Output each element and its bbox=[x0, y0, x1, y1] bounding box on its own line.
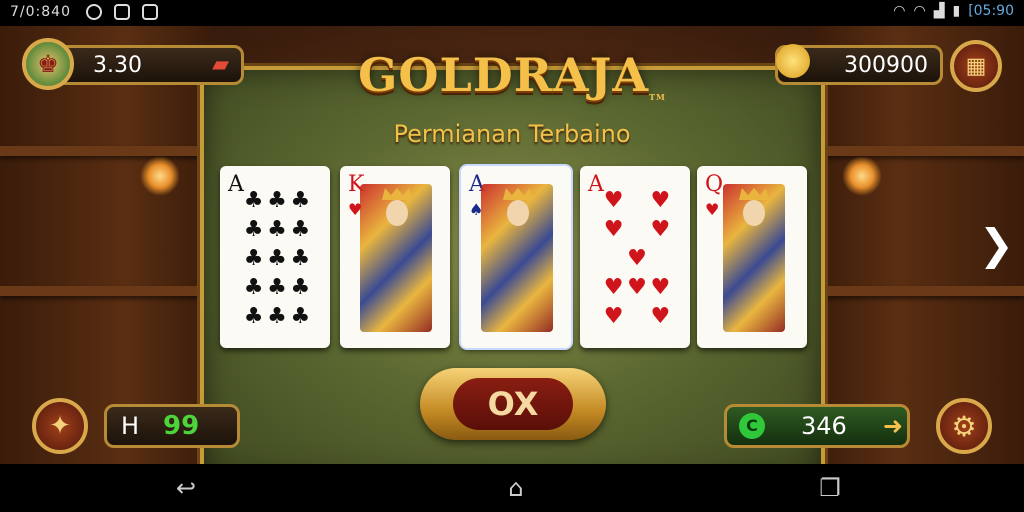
pip: ♥ bbox=[650, 303, 671, 329]
pip: ♥ bbox=[627, 274, 647, 300]
figure-face bbox=[507, 200, 529, 226]
pip: ♣ bbox=[243, 187, 264, 213]
arrow-right-icon[interactable]: ➜ bbox=[883, 412, 903, 440]
card-suit: ♠ bbox=[469, 200, 484, 219]
card-pips: ♣ ♣ ♣ ♣ ♣ ♣ ♣ ♣ ♣ ♣ ♣ ♣ ♣ ♣ ♣ bbox=[242, 186, 312, 331]
pip: ♥ bbox=[650, 274, 671, 300]
pip: ♥ bbox=[650, 216, 671, 242]
crown-icon bbox=[382, 188, 412, 200]
player-score: 3.30 bbox=[93, 52, 142, 78]
pip: ♣ bbox=[267, 216, 287, 242]
title-trademark: TM bbox=[649, 92, 666, 102]
pip bbox=[625, 189, 648, 213]
pip bbox=[649, 247, 672, 271]
credits-panel: C 346 ➜ bbox=[724, 404, 910, 448]
pip: ♥ bbox=[603, 187, 624, 213]
cards-icon[interactable]: ▰ bbox=[212, 52, 229, 77]
pip: ♣ bbox=[290, 216, 311, 242]
pip: ♣ bbox=[290, 303, 311, 329]
pip: ♥ bbox=[627, 245, 647, 271]
credits-value: 346 bbox=[801, 412, 847, 440]
grid-menu-icon[interactable]: ▦ bbox=[950, 40, 1002, 92]
compass-icon[interactable]: ✦ bbox=[32, 398, 88, 454]
pip: ♣ bbox=[267, 245, 287, 271]
pip: ♣ bbox=[290, 245, 311, 271]
crown-icon bbox=[503, 188, 533, 200]
back-icon[interactable]: ↩ bbox=[166, 474, 206, 502]
shelf bbox=[814, 286, 1024, 296]
wifi-icon: ◠ bbox=[893, 3, 906, 19]
status-bar: 7/0:840 ◠ ◠ ▟ ▮ [05:90 bbox=[0, 0, 1024, 26]
playing-card[interactable]: A ♠ bbox=[461, 166, 571, 348]
nav-bar: ↩ ⌂ ❐ bbox=[0, 464, 1024, 512]
battery-icon: ▮ bbox=[952, 3, 961, 19]
chips-value: 99 bbox=[163, 411, 200, 441]
queen-figure bbox=[723, 184, 785, 332]
pip: ♣ bbox=[243, 274, 264, 300]
figure-face bbox=[743, 200, 765, 226]
gear-icon[interactable]: ⚙ bbox=[936, 398, 992, 454]
pip: ♣ bbox=[267, 303, 287, 329]
ok-button[interactable]: OX bbox=[420, 368, 606, 440]
recents-icon[interactable]: ❐ bbox=[810, 474, 850, 502]
chevron-right-icon[interactable]: ❯ bbox=[979, 220, 1014, 269]
playing-card[interactable]: K ♥ bbox=[340, 166, 450, 348]
chips-label: H bbox=[121, 412, 140, 440]
battery-time: [05:90 bbox=[968, 3, 1014, 19]
game-title: GOLDRAJA bbox=[358, 48, 650, 102]
playing-card[interactable]: Q ♥ bbox=[697, 166, 807, 348]
chips-panel: H 99 bbox=[104, 404, 240, 448]
pip: ♣ bbox=[243, 245, 264, 271]
card-rank: Q bbox=[705, 172, 724, 197]
card-suit: ♥ bbox=[348, 200, 363, 219]
playing-card[interactable]: A ♣ ♣ ♣ ♣ ♣ ♣ ♣ ♣ ♣ ♣ ♣ ♣ ♣ ♣ ♣ bbox=[220, 166, 330, 348]
jack-figure bbox=[481, 184, 553, 332]
tagline: Permianan Terbaino bbox=[393, 120, 631, 148]
pip: ♣ bbox=[267, 274, 287, 300]
pip: ♥ bbox=[603, 274, 624, 300]
wifi-icon-2: ◠ bbox=[913, 3, 926, 19]
king-figure bbox=[360, 184, 432, 332]
pip bbox=[625, 218, 648, 242]
pip: ♣ bbox=[290, 187, 311, 213]
ok-button-label: OX bbox=[453, 378, 573, 430]
pip: ♣ bbox=[290, 274, 311, 300]
media-icon bbox=[142, 4, 158, 20]
coin-count: 300900 bbox=[844, 52, 928, 78]
coin-icon: C bbox=[739, 413, 765, 439]
sync-icon bbox=[86, 4, 102, 20]
crown-icon bbox=[739, 188, 769, 200]
card-pips: ♥ ♥ ♥ ♥ ♥ ♥ ♥ ♥ ♥ ♥ bbox=[602, 186, 672, 331]
pip bbox=[625, 305, 648, 329]
notification-icon bbox=[114, 4, 130, 20]
home-icon[interactable]: ⌂ bbox=[496, 474, 536, 502]
king-avatar-icon[interactable]: ♚ bbox=[22, 38, 74, 90]
lamp-glow bbox=[140, 156, 180, 196]
pip: ♣ bbox=[243, 216, 264, 242]
pip: ♣ bbox=[267, 187, 287, 213]
status-time: 7/0:840 bbox=[10, 4, 71, 20]
pip bbox=[602, 247, 625, 271]
pip: ♥ bbox=[603, 216, 624, 242]
shelf bbox=[0, 286, 210, 296]
coin-bag-icon bbox=[776, 44, 810, 78]
signal-icon: ▟ bbox=[933, 3, 945, 19]
player-score-panel: 3.30 ▰ bbox=[50, 45, 244, 85]
playing-card[interactable]: A ♥ ♥ ♥ ♥ ♥ ♥ ♥ ♥ ♥ ♥ bbox=[580, 166, 690, 348]
pip: ♥ bbox=[650, 187, 671, 213]
pip: ♥ bbox=[603, 303, 624, 329]
pip: ♣ bbox=[243, 303, 264, 329]
card-suit: ♥ bbox=[705, 200, 720, 219]
lamp-glow bbox=[842, 156, 882, 196]
figure-face bbox=[386, 200, 408, 226]
